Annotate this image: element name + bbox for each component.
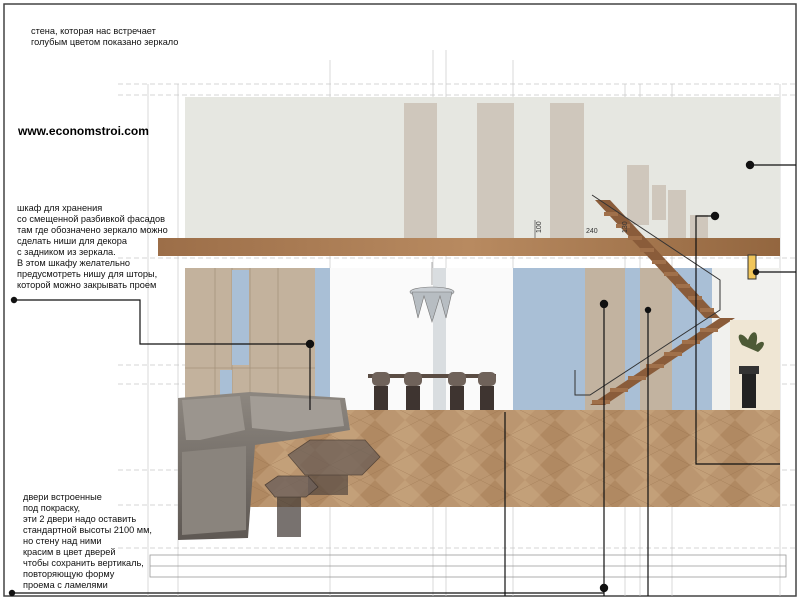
note-mirror-wall: стена, которая нас встречает голубым цве… xyxy=(31,26,179,47)
mezzanine-slab xyxy=(158,238,780,256)
note-storage-cabinet: шкаф для хранения со смещенной разбивкой… xyxy=(17,203,168,290)
dim-240: 240 xyxy=(586,228,598,235)
dim-100: 100 xyxy=(536,221,543,233)
dim-130: 130 xyxy=(622,221,629,233)
mirror-strip-left xyxy=(315,268,330,410)
hidden-door-2 xyxy=(640,268,672,410)
note-hidden-doors: двери встроенные под покраску, эти 2 две… xyxy=(23,492,152,590)
elevation-drawing: 100 240 130 стена, которая нас встречает… xyxy=(0,0,800,600)
website-label: www.economstroi.com xyxy=(18,124,149,138)
wall-sconce-icon xyxy=(747,254,757,280)
plinth xyxy=(149,554,787,578)
